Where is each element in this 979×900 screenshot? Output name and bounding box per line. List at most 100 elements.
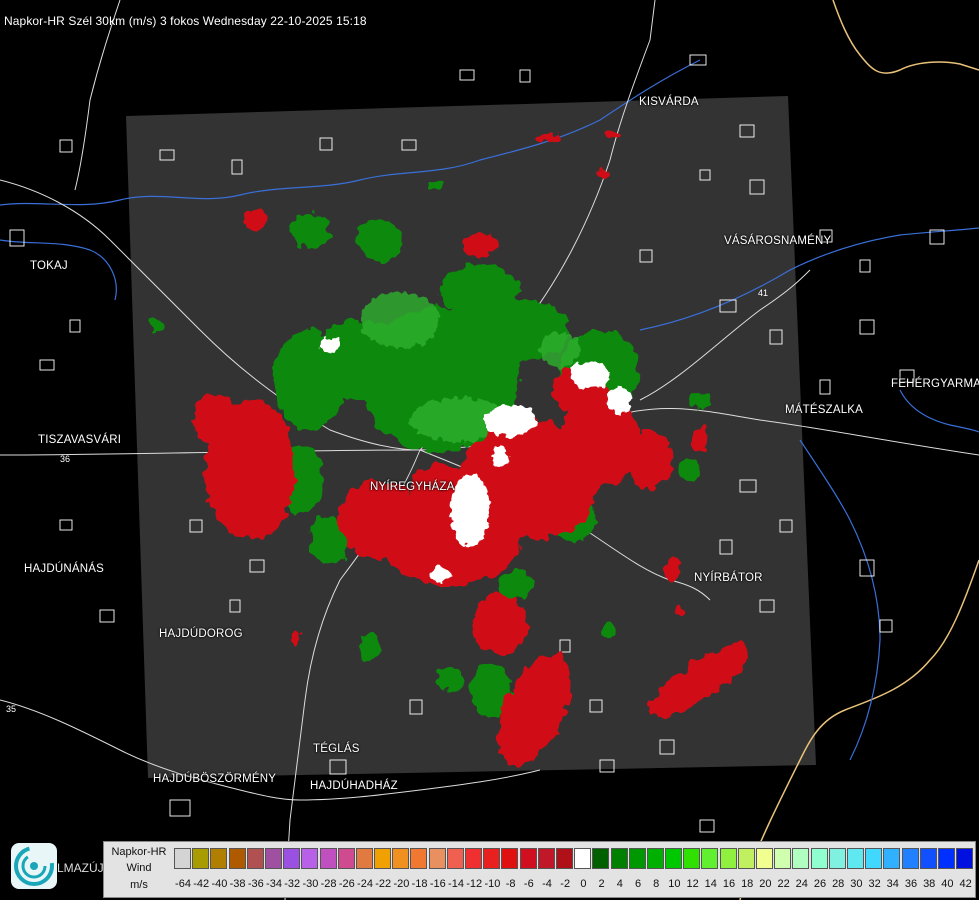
legend-tick-label: 40 (941, 878, 954, 890)
legend-tick-label: 38 (923, 878, 936, 890)
legend-swatch (883, 848, 901, 869)
legend-tick-label: 14 (704, 878, 717, 890)
legend-swatch (865, 848, 883, 869)
legend-swatch (246, 848, 264, 869)
legend-tick-label: -16 (429, 878, 446, 890)
city-label-hajduhadhaz: HAJDÚHADHÁZ (310, 780, 398, 792)
legend-swatch (646, 848, 664, 869)
legend-tick-label: -38 (229, 878, 246, 890)
legend-swatch (719, 848, 737, 869)
legend-tick-label: 34 (886, 878, 899, 890)
legend-swatches (174, 848, 974, 870)
legend-swatch (701, 848, 719, 869)
city-label-nyiregyhaza: NYÍREGYHÁZA (370, 481, 455, 493)
legend-swatch (501, 848, 519, 869)
legend-tick-label: -42 (193, 878, 210, 890)
legend-tick-label: -28 (320, 878, 337, 890)
city-label-vasarosnameny: VÁSÁROSNAMÉNY (724, 235, 832, 247)
city-label-tokaj: TOKAJ (30, 260, 68, 272)
legend-type-label: Wind (126, 862, 152, 874)
legend-tick-label: 26 (813, 878, 827, 890)
legend-swatch (537, 848, 555, 869)
legend-tick-label: 22 (777, 878, 790, 890)
legend-swatch (410, 848, 428, 869)
legend-tick-label: 24 (795, 878, 808, 890)
legend-swatch (956, 848, 974, 869)
city-label-hajduboszormeny: HAJDÚBÖSZÖRMÉNY (153, 773, 277, 785)
legend-tick-label: -32 (284, 878, 301, 890)
legend-swatch (756, 848, 773, 869)
legend-tick-label: -18 (411, 878, 428, 890)
legend-ticks: -64 -42 -40 -38 -36 -34 -32 -30 -28 -26 -24 -22 -20-… (174, 878, 974, 892)
legend-swatch (774, 848, 792, 869)
radar-wind-map: 36 35 41 (0, 0, 979, 900)
legend-swatch (192, 848, 210, 869)
legend-tick-label: 32 (868, 878, 881, 890)
legend-swatch (792, 848, 810, 869)
legend-swatch (228, 848, 246, 869)
legend-tick-label: 18 (741, 878, 754, 890)
legend-tick-label: -20 (393, 878, 410, 890)
legend-tick-label: -2 (560, 878, 571, 890)
legend-tick-label: -34 (266, 878, 282, 890)
legend-tick-label: 6 (634, 878, 642, 890)
legend-tick-label: 2 (598, 878, 605, 890)
legend-tick-label: 10 (668, 878, 681, 890)
map-title: Napkor-HR Szél 30km (m/s) 3 fokos Wednes… (4, 14, 367, 28)
legend-tick-label: -14 (448, 878, 464, 890)
legend-swatch (846, 848, 864, 869)
legend-swatch (337, 848, 355, 869)
legend-swatch (574, 848, 592, 869)
legend-swatch (628, 848, 646, 869)
legend-tick-label: -36 (247, 878, 264, 890)
legend-swatch (919, 848, 937, 869)
legend-swatch (828, 848, 846, 869)
legend-swatch (937, 848, 955, 869)
legend-tick-label: 4 (616, 878, 623, 890)
legend-swatch (519, 848, 537, 869)
legend-tick-label: -64 (175, 878, 191, 890)
legend-tick-label: -12 (466, 878, 483, 890)
legend-tick-label: 20 (759, 878, 772, 890)
legend-tick-label: 16 (722, 878, 736, 890)
legend-tick-label: 30 (850, 878, 863, 890)
city-label-hajdudorog: HAJDÚDOROG (159, 628, 243, 640)
legend-tick-label: -30 (302, 878, 319, 890)
legend-tick-label: -10 (484, 878, 501, 890)
legend-tick-label: -6 (523, 878, 534, 890)
legend-swatch (901, 848, 919, 869)
legend-tick-label: 42 (959, 878, 972, 890)
legend-swatch (665, 848, 683, 869)
country-border (832, 0, 979, 74)
legend-swatch (810, 848, 828, 869)
legend-swatch (683, 848, 701, 869)
swirl-logo-icon (11, 843, 57, 889)
city-label-mateszalka: MÁTÉSZALKA (785, 404, 864, 416)
legend-tick-label: 12 (686, 878, 699, 890)
wind-legend: Napkor-HR Wind m/s -64 -42 -40 -38 -36 -34 -32… (103, 841, 976, 898)
legend-swatch (264, 848, 282, 869)
legend-tick-label: -40 (211, 878, 228, 890)
legend-swatch (392, 848, 410, 869)
legend-swatch (737, 848, 755, 869)
legend-swatch (355, 848, 373, 869)
legend-tick-label: 8 (653, 878, 660, 890)
legend-swatch (374, 848, 392, 869)
legend-source-label: Napkor-HR (111, 846, 167, 858)
legend-swatch (592, 848, 610, 869)
legend-tick-label: -24 (357, 878, 373, 890)
city-label-teglas: TÉGLÁS (313, 743, 360, 755)
legend-unit-label: m/s (130, 879, 148, 891)
legend-tick-label: 28 (832, 878, 845, 890)
legend-tick-label: -8 (505, 878, 516, 890)
city-label-kisvarda: KISVÁRDA (639, 96, 699, 108)
legend-swatch (465, 848, 482, 869)
legend-swatch (319, 848, 337, 869)
city-label-fehergyarmat: FEHÉRGYARMAT (891, 378, 979, 390)
legend-swatch (301, 848, 319, 869)
legend-swatch (555, 848, 573, 869)
legend-swatch (446, 848, 464, 869)
legend-swatch (483, 848, 501, 869)
legend-tick-label: -22 (375, 878, 392, 890)
road-number-41: 41 (758, 288, 768, 298)
